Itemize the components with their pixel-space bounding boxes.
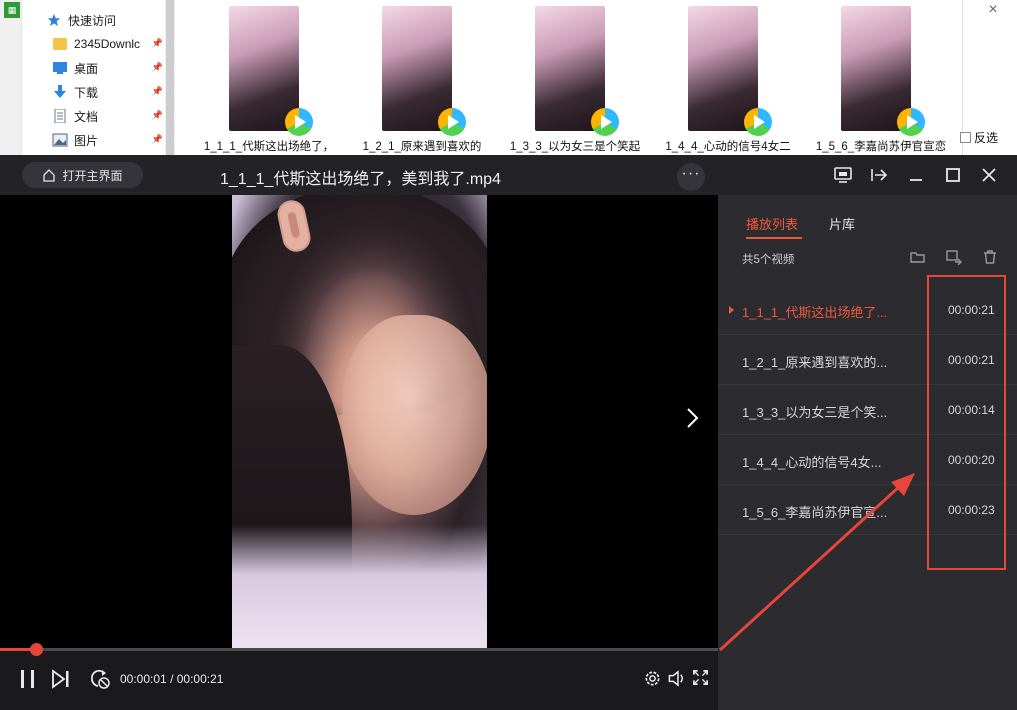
video-player-badge-icon — [285, 108, 313, 136]
file-thumbnail[interactable]: 1_4_4_心动的信号4女二 — [653, 0, 803, 155]
video-player-badge-icon — [744, 108, 772, 136]
nav-item-label: 2345Downlc — [74, 37, 141, 51]
loop-mode-icon[interactable] — [88, 667, 112, 691]
scrollbar-thumb[interactable] — [166, 0, 174, 155]
app-icon: ▦ — [4, 2, 20, 18]
video-player-badge-icon — [897, 108, 925, 136]
playlist-item-name: 1_5_6_李嘉尚苏伊官宣... — [742, 505, 888, 520]
player-titlebar: 打开主界面 1_1_1_代斯这出场绝了，美到我了.mp4 ··· — [0, 155, 1017, 195]
video-player-badge-icon — [438, 108, 466, 136]
open-main-interface-button[interactable]: 打开主界面 — [22, 162, 143, 188]
add-to-list-icon[interactable] — [946, 249, 962, 265]
playlist-video-count: 共5个视频 — [742, 254, 795, 266]
tab-library[interactable]: 片库 — [829, 214, 855, 233]
invert-selection-option[interactable]: 反选 — [960, 129, 998, 146]
folder-icon — [53, 38, 67, 50]
nav-item-label: 图片 — [74, 133, 99, 148]
pin-icon: 📌 — [151, 86, 163, 96]
minimize-icon[interactable] — [906, 165, 926, 185]
star-icon — [47, 13, 61, 27]
fullscreen-icon[interactable] — [692, 669, 709, 686]
nav-item-label: 桌面 — [74, 61, 99, 76]
documents-icon — [54, 109, 66, 123]
playback-controls: 00:00:01 / 00:00:21 — [0, 643, 718, 710]
home-icon — [43, 169, 56, 182]
progress-bar[interactable] — [0, 643, 718, 656]
file-name: 1_2_1_原来遇到喜欢的 — [362, 141, 482, 153]
nav-item-pictures[interactable]: 图片 📌 — [52, 129, 165, 151]
explorer-scrollbar[interactable] — [165, 0, 175, 155]
screen-cast-icon[interactable] — [833, 165, 853, 185]
nav-quick-access-label: 快速访问 — [68, 13, 117, 28]
pictures-icon — [52, 133, 68, 147]
time-display: 00:00:01 / 00:00:21 — [120, 672, 223, 686]
file-thumbnail[interactable]: 1_3_3_以为女三是个笑起 — [500, 0, 650, 155]
pin-icon: 📌 — [151, 38, 163, 48]
settings-gear-icon[interactable] — [643, 669, 662, 688]
pin-icon: 📌 — [151, 110, 163, 120]
annotation-highlight-box — [927, 275, 1006, 570]
now-playing-marker-icon — [729, 306, 734, 314]
tab-playlist[interactable]: 播放列表 — [746, 214, 798, 233]
file-name: 1_1_1_代斯这出场绝了， — [203, 141, 335, 153]
nav-item-2345downloads[interactable]: 2345Downlc 📌 — [52, 33, 165, 55]
file-name: 1_3_3_以为女三是个笑起 — [509, 141, 641, 153]
nav-item-label: 文档 — [74, 109, 99, 124]
pin-icon: 📌 — [151, 62, 163, 72]
download-icon — [54, 85, 66, 98]
video-player-badge-icon — [591, 108, 619, 136]
progress-bar-handle[interactable] — [30, 643, 43, 656]
explorer-file-grid: 1_1_1_代斯这出场绝了， 1_2_1_原来遇到喜欢的 1_3_3_以为女三是… — [176, 0, 962, 155]
volume-icon[interactable] — [667, 669, 687, 688]
time-separator: / — [170, 672, 174, 686]
pin-icon: 📌 — [151, 134, 163, 144]
open-folder-icon[interactable] — [910, 249, 926, 265]
next-track-icon[interactable] — [51, 668, 71, 690]
nav-item-documents[interactable]: 文档 📌 — [52, 105, 165, 127]
file-thumbnail[interactable]: 1_5_6_李嘉尚苏伊官宣恋 — [806, 0, 956, 155]
video-frame — [232, 195, 487, 648]
file-explorer-window: ▦ 快速访问 2345Downlc 📌 桌面 📌 下载 📌 文档 📌 图片 📌 … — [0, 0, 1017, 155]
pause-icon[interactable] — [18, 668, 38, 690]
invert-selection-label: 反选 — [974, 131, 999, 145]
delete-trash-icon[interactable] — [982, 249, 998, 265]
video-player-window: 打开主界面 1_1_1_代斯这出场绝了，美到我了.mp4 ··· 00:00:0… — [0, 155, 1017, 710]
video-scene-shirt — [232, 525, 487, 648]
explorer-close-button[interactable]: × — [980, 0, 1006, 20]
playlist-item-name: 1_4_4_心动的信号4女... — [742, 455, 882, 470]
nav-item-label: 下载 — [74, 85, 99, 100]
pin-on-top-icon[interactable] — [869, 165, 889, 185]
total-time: 00:00:21 — [176, 672, 224, 686]
desktop-icon — [53, 62, 67, 74]
nav-item-downloads[interactable]: 下载 📌 — [52, 81, 165, 103]
file-thumbnail[interactable]: 1_2_1_原来遇到喜欢的 — [347, 0, 497, 155]
playlist-item-name: 1_2_1_原来遇到喜欢的... — [742, 355, 888, 370]
invert-selection-checkbox[interactable] — [960, 132, 971, 143]
explorer-nav-pane: 快速访问 2345Downlc 📌 桌面 📌 下载 📌 文档 📌 图片 📌 — [22, 0, 165, 155]
video-scene-face — [342, 315, 487, 515]
active-tab-underline — [746, 237, 802, 239]
nav-item-desktop[interactable]: 桌面 📌 — [52, 57, 165, 79]
open-main-interface-label: 打开主界面 — [62, 168, 123, 183]
more-options-button[interactable]: ··· — [677, 163, 705, 191]
file-thumbnail[interactable]: 1_1_1_代斯这出场绝了， — [194, 0, 344, 155]
video-viewport[interactable] — [0, 195, 718, 648]
playlist-item-name: 1_1_1_代斯这出场绝了... — [742, 305, 888, 320]
next-video-arrow-icon[interactable] — [684, 406, 700, 430]
playlist-item-name: 1_3_3_以为女三是个笑... — [742, 405, 888, 420]
maximize-icon[interactable] — [943, 165, 963, 185]
close-icon[interactable] — [979, 165, 999, 185]
file-name: 1_5_6_李嘉尚苏伊官宣恋 — [815, 141, 947, 153]
explorer-left-strip: ▦ — [0, 0, 22, 155]
current-time: 00:00:01 — [120, 672, 167, 686]
file-name: 1_4_4_心动的信号4女二 — [665, 141, 791, 153]
video-title: 1_1_1_代斯这出场绝了，美到我了.mp4 — [220, 171, 501, 188]
